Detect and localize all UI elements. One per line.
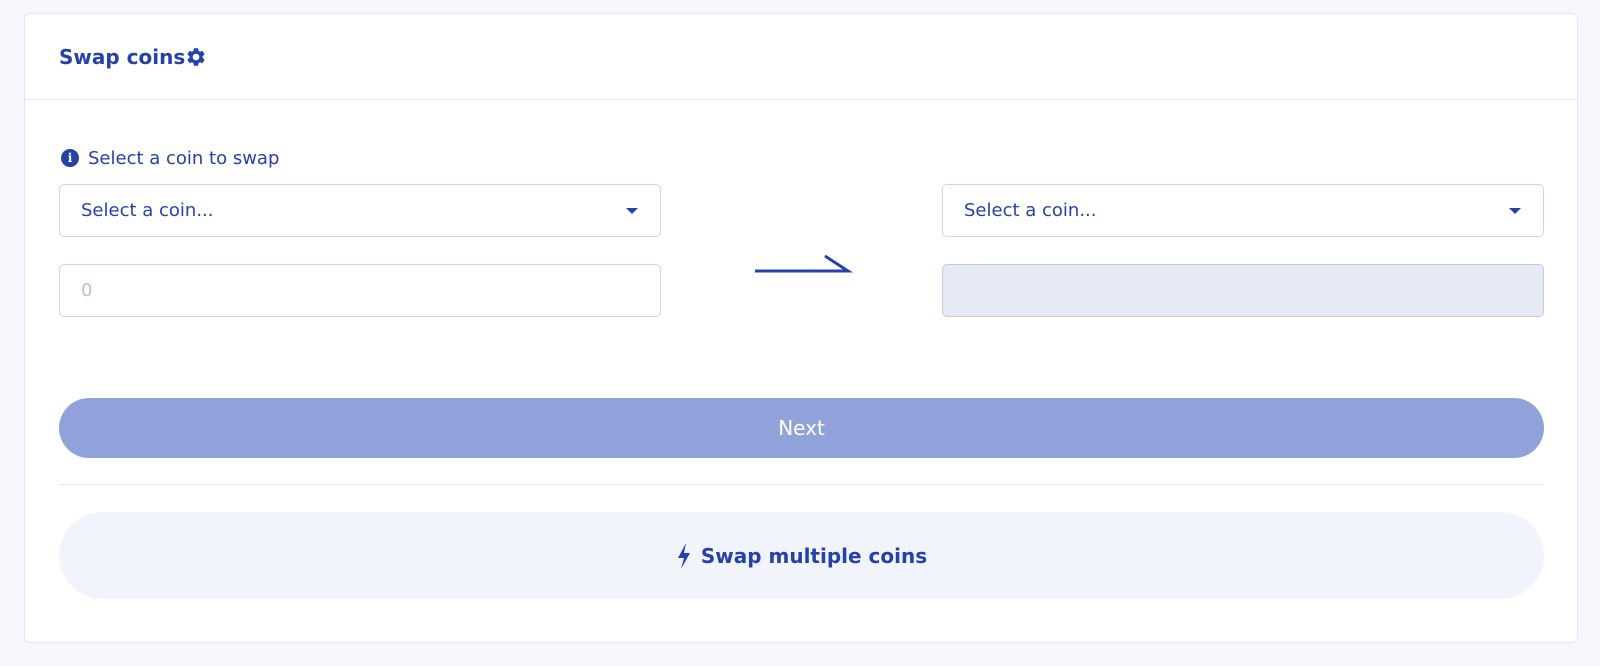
from-coin-select-label: Select a coin... — [81, 200, 214, 221]
chevron-down-icon — [1509, 208, 1521, 214]
swap-card: Swap coins i Select a coin to swap Selec… — [24, 13, 1578, 643]
swap-multiple-coins-label: Swap multiple coins — [700, 543, 928, 568]
gear-icon[interactable] — [185, 46, 207, 68]
next-button-label: Next — [778, 416, 825, 440]
from-amount-input[interactable] — [59, 264, 661, 317]
bolt-icon — [677, 542, 690, 569]
from-coin-select[interactable]: Select a coin... — [59, 184, 661, 237]
info-icon: i — [61, 149, 79, 167]
info-message: i Select a coin to swap — [61, 146, 279, 170]
card-header: Swap coins — [25, 14, 1577, 100]
arrow-right-icon — [755, 254, 853, 273]
swap-multiple-coins-button[interactable]: Swap multiple coins — [59, 512, 1544, 599]
next-button[interactable]: Next — [59, 398, 1544, 458]
chevron-down-icon — [626, 208, 638, 214]
to-coin-select-label: Select a coin... — [964, 200, 1097, 221]
to-amount-output — [942, 264, 1544, 317]
info-text: Select a coin to swap — [88, 147, 280, 169]
to-coin-select[interactable]: Select a coin... — [942, 184, 1544, 237]
divider — [59, 484, 1544, 485]
page-title: Swap coins — [59, 45, 186, 69]
